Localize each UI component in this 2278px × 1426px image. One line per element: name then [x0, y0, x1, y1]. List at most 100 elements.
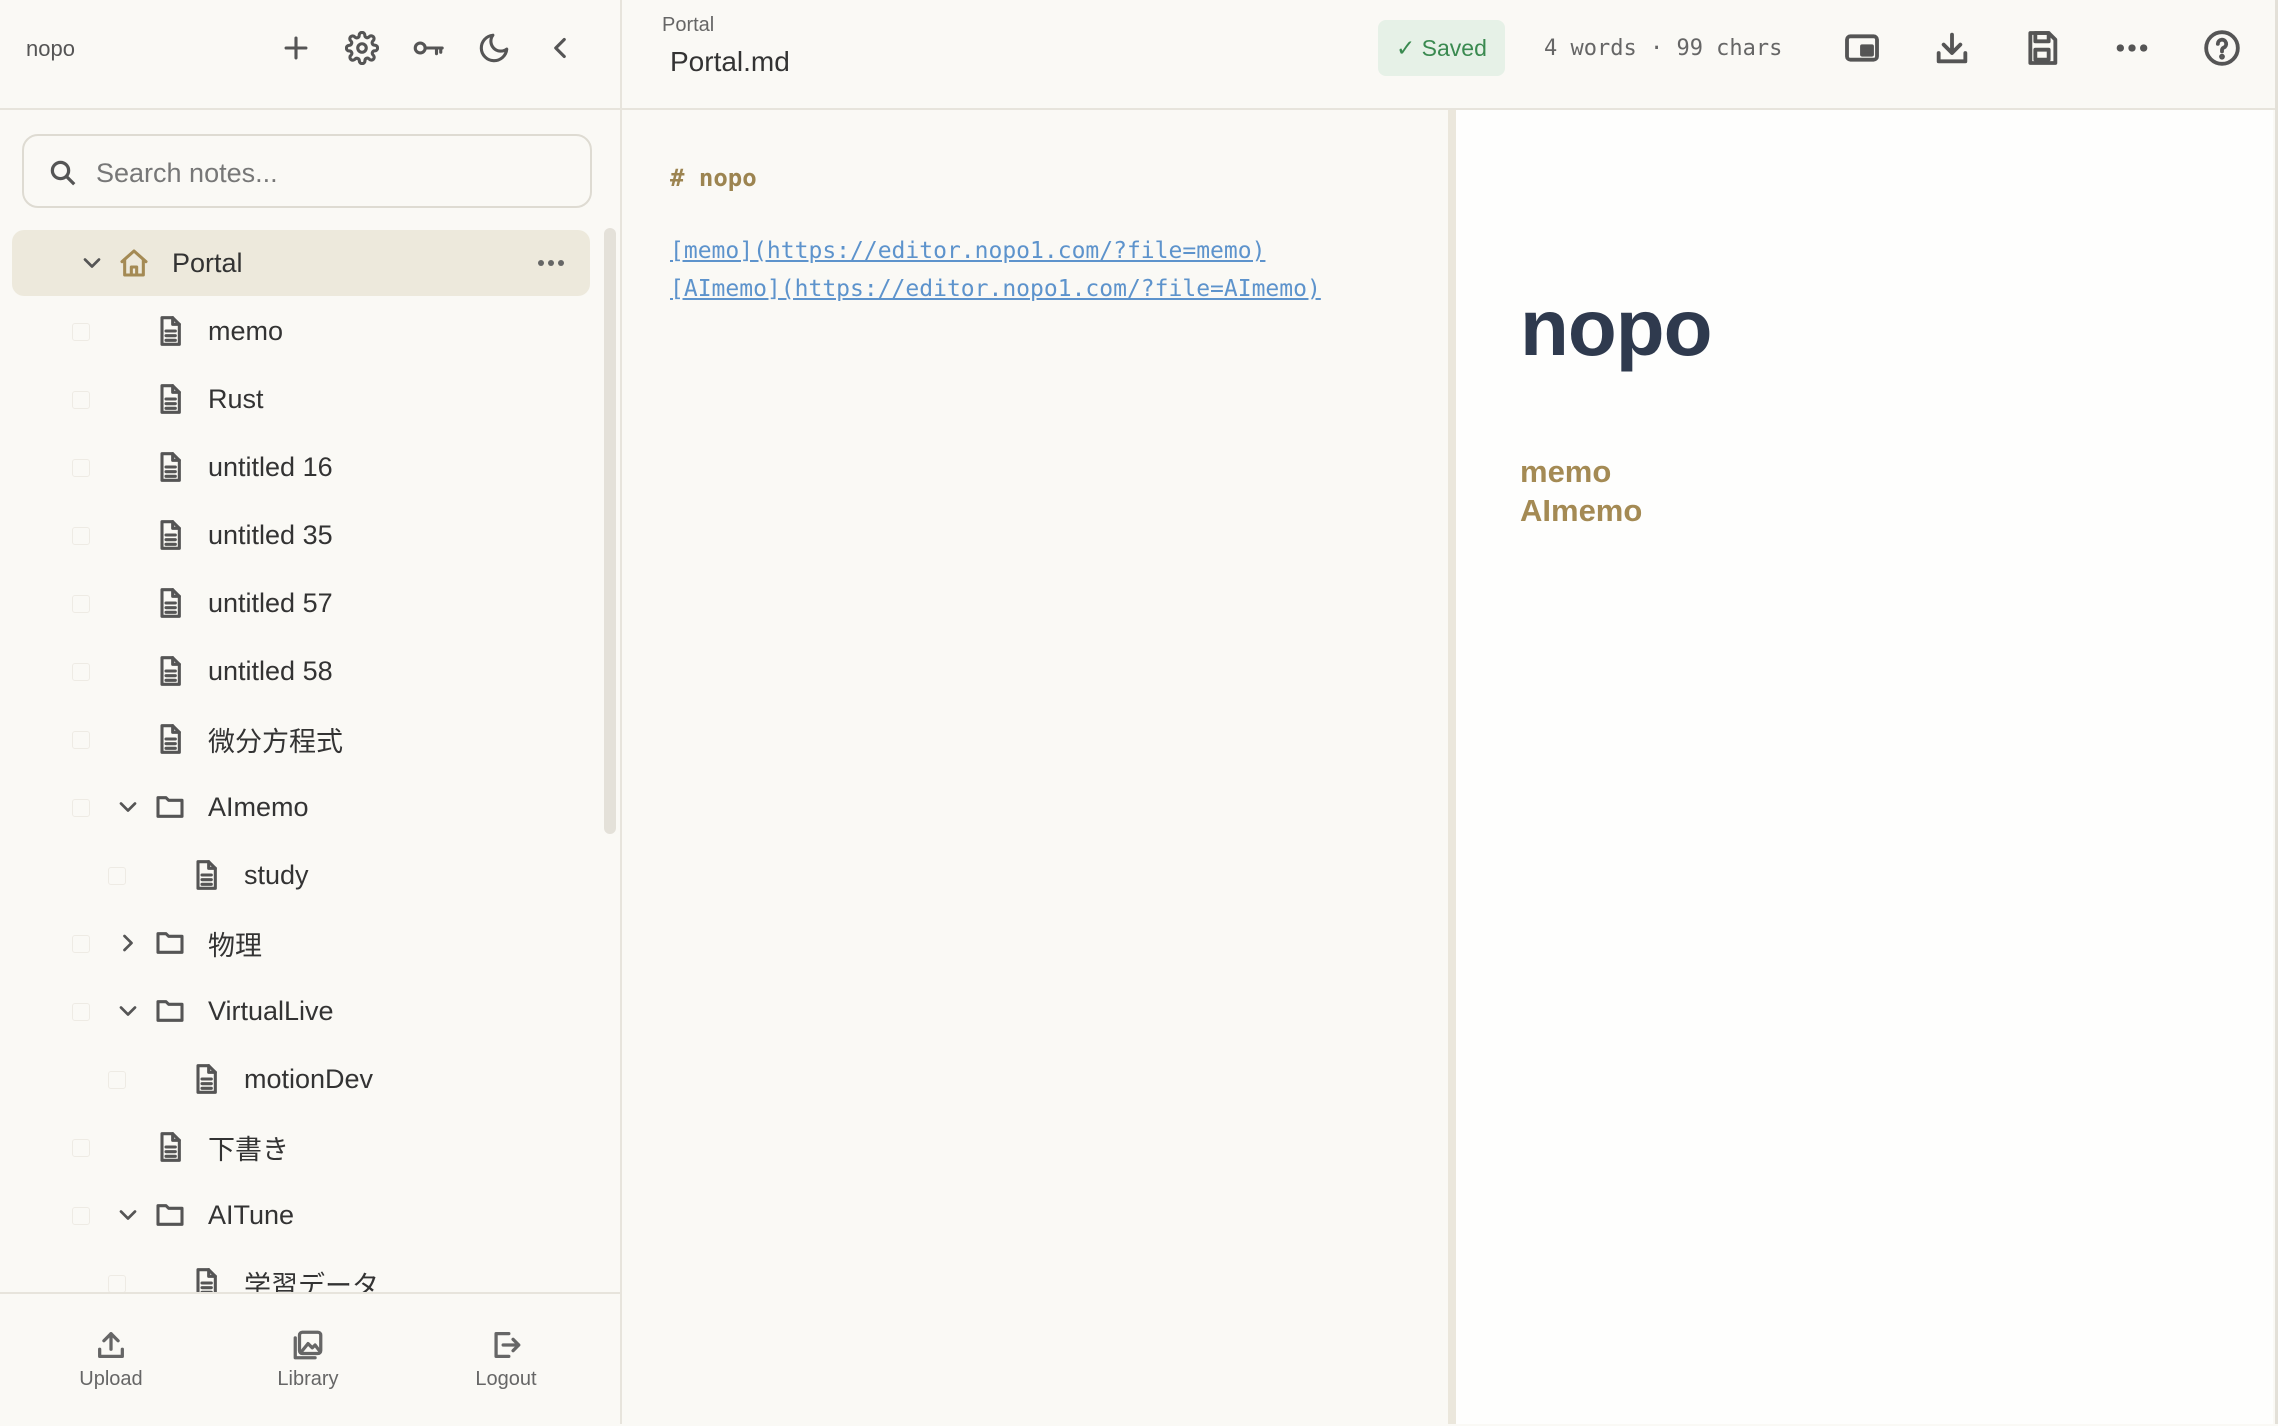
sidebar: nopo Search notes... Portal memo Rust un… — [0, 0, 622, 1426]
select-checkbox[interactable] — [72, 1003, 90, 1021]
picture-in-picture-icon — [1845, 34, 1879, 62]
pane-resize-handle[interactable] — [1448, 110, 1456, 1424]
upload-icon — [98, 1332, 124, 1358]
collapse-sidebar-button[interactable] — [540, 28, 580, 68]
select-checkbox[interactable] — [72, 799, 90, 817]
tree-item-label: AITune — [208, 1199, 295, 1230]
help-circle-icon — [2204, 30, 2240, 66]
settings-button[interactable] — [342, 28, 382, 68]
chevron-down-icon[interactable] — [114, 793, 142, 821]
folder-icon — [154, 927, 186, 959]
floppy-disk-icon — [2028, 31, 2058, 65]
tree-item-untitled-16[interactable]: untitled 16 — [12, 434, 590, 500]
tree-item-bibun[interactable]: 微分方程式 — [12, 706, 590, 772]
tree-item-motiondev[interactable]: motionDev — [12, 1046, 590, 1112]
tree-item-label: 物理 — [208, 930, 262, 961]
plus-icon — [284, 36, 308, 60]
select-checkbox[interactable] — [72, 1207, 90, 1225]
dark-mode-toggle[interactable] — [474, 28, 514, 68]
select-checkbox[interactable] — [72, 391, 90, 409]
library-button[interactable]: Library — [248, 1328, 368, 1391]
more-horizontal-icon[interactable] — [536, 251, 566, 275]
tree-folder-virtuallive[interactable]: VirtualLive — [12, 978, 590, 1044]
select-checkbox[interactable] — [72, 459, 90, 477]
chevron-down-icon[interactable] — [78, 249, 106, 277]
tree-item-shitagaki[interactable]: 下書き — [12, 1114, 590, 1180]
upload-label: Upload — [79, 1368, 143, 1390]
chevron-down-icon[interactable] — [114, 1201, 142, 1229]
preview-link-memo[interactable]: memo — [1520, 454, 1611, 490]
chevron-down-icon[interactable] — [114, 997, 142, 1025]
file-icon — [154, 587, 186, 619]
file-icon — [154, 655, 186, 687]
tree-item-label: 微分方程式 — [208, 726, 343, 757]
search-icon — [50, 160, 76, 186]
file-icon — [190, 1267, 222, 1292]
select-checkbox[interactable] — [72, 595, 90, 613]
editor-line-link-memo[interactable]: [memo](https://editor.nopo1.com/?file=me… — [670, 238, 1265, 264]
tree-item-label: Portal — [172, 247, 243, 278]
search-box — [22, 134, 592, 208]
tree-folder-butsuri[interactable]: 物理 — [12, 910, 590, 976]
select-checkbox[interactable] — [72, 1139, 90, 1157]
app-window: nopo Search notes... Portal memo Rust un… — [0, 0, 2278, 1426]
tree-scrollbar[interactable] — [604, 228, 616, 834]
select-checkbox[interactable] — [108, 867, 126, 885]
sidebar-toolbar — [276, 28, 580, 68]
moon-icon — [479, 33, 509, 63]
select-checkbox[interactable] — [72, 935, 90, 953]
file-icon — [154, 315, 186, 347]
tree-item-memo[interactable]: memo — [12, 298, 590, 364]
chevron-left-icon — [554, 37, 566, 59]
download-button[interactable] — [1932, 28, 1972, 68]
download-icon — [1936, 32, 1968, 64]
more-options-button[interactable] — [2112, 28, 2152, 68]
tree-item-label: untitled 57 — [208, 587, 333, 618]
image-gallery-icon — [293, 1330, 323, 1360]
preview-toggle-button[interactable] — [1842, 28, 1882, 68]
preview-heading: nopo — [1520, 283, 1712, 372]
tree-item-label: untitled 58 — [208, 655, 333, 686]
tree-folder-aimemo[interactable]: AImemo — [12, 774, 590, 840]
help-button[interactable] — [2202, 28, 2242, 68]
tree-item-untitled-58[interactable]: untitled 58 — [12, 638, 590, 704]
save-status-badge: ✓ Saved — [1378, 20, 1505, 76]
tree-item-gakushu-data[interactable]: 学習データ — [12, 1250, 590, 1292]
chevron-right-icon[interactable] — [114, 929, 142, 957]
tree-item-rust[interactable]: Rust — [12, 366, 590, 432]
tree-item-untitled-57[interactable]: untitled 57 — [12, 570, 590, 636]
tree-folder-aitune[interactable]: AITune — [12, 1182, 590, 1248]
new-note-button[interactable] — [276, 28, 316, 68]
document-title[interactable]: Portal.md — [670, 46, 790, 78]
file-icon — [154, 383, 186, 415]
select-checkbox[interactable] — [72, 323, 90, 341]
tree-item-untitled-35[interactable]: untitled 35 — [12, 502, 590, 568]
search-input[interactable] — [94, 150, 578, 196]
file-icon — [154, 451, 186, 483]
preview-link-aimemo[interactable]: AImemo — [1520, 493, 1642, 529]
save-button[interactable] — [2022, 28, 2062, 68]
tree-item-label: study — [244, 859, 309, 890]
gear-icon — [345, 31, 379, 65]
select-checkbox[interactable] — [72, 731, 90, 749]
editor-line-heading: # nopo — [670, 164, 757, 192]
breadcrumb[interactable]: Portal — [662, 14, 714, 37]
api-key-button[interactable] — [408, 28, 448, 68]
upload-button[interactable]: Upload — [51, 1328, 171, 1391]
markdown-preview: nopo memo AImemo — [1456, 110, 2273, 1424]
markdown-editor[interactable]: # nopo [memo](https://editor.nopo1.com/?… — [622, 110, 1448, 1424]
tree-item-label: Rust — [208, 383, 264, 414]
file-icon — [190, 859, 222, 891]
file-icon — [190, 1063, 222, 1095]
select-checkbox[interactable] — [72, 527, 90, 545]
select-checkbox[interactable] — [108, 1275, 126, 1292]
tree-item-label: AImemo — [208, 791, 309, 822]
editor-line-link-aimemo[interactable]: [AImemo](https://editor.nopo1.com/?file=… — [670, 276, 1321, 302]
editor-header: Portal Portal.md ✓ Saved 4 words · 99 ch… — [622, 0, 2275, 110]
tree-item-portal[interactable]: Portal — [12, 230, 590, 296]
select-checkbox[interactable] — [72, 663, 90, 681]
tree-item-study[interactable]: study — [12, 842, 590, 908]
file-icon — [154, 519, 186, 551]
logout-button[interactable]: Logout — [446, 1328, 566, 1391]
select-checkbox[interactable] — [108, 1071, 126, 1089]
